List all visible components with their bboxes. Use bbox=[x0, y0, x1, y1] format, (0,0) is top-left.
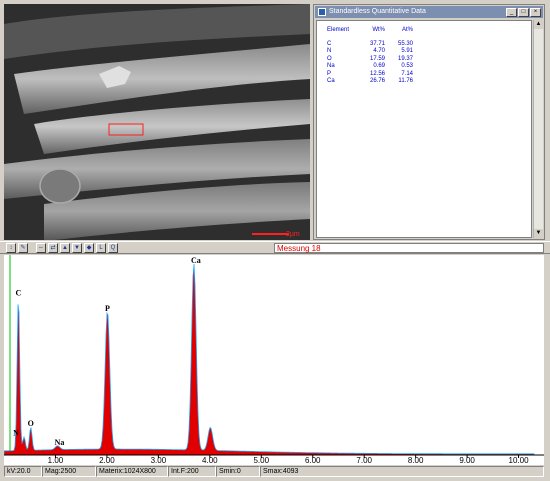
quant-data-panel: Element Wt% At% C 37.71 55.30 N 4.70 5.91 O1… bbox=[316, 20, 532, 238]
header-wt: Wt% bbox=[372, 27, 385, 33]
table-row: Na 0.69 0.53 bbox=[327, 63, 413, 69]
peak-label: Ca bbox=[191, 256, 201, 265]
x-tick-label: 2.00 bbox=[99, 456, 115, 465]
x-tick-label: 7.00 bbox=[356, 456, 372, 465]
pointer-icon[interactable]: ✎ bbox=[18, 243, 28, 253]
status-int: Int.F:200 bbox=[168, 466, 216, 477]
scroll-down-icon[interactable]: ▼ bbox=[534, 229, 543, 238]
peak-label: P bbox=[105, 304, 110, 313]
x-tick-label: 6.00 bbox=[305, 456, 321, 465]
status-bar: kV:20.0 Mag:2500 Materix:1024X800 Int.F:… bbox=[4, 466, 544, 477]
x-tick-label: 5.00 bbox=[253, 456, 269, 465]
x-tick-label: 3.00 bbox=[151, 456, 167, 465]
header-element: Element bbox=[327, 27, 350, 33]
spectrum-chart[interactable]: 1.00 2.00 3.00 4.00 5.00 6.00 7.00 8.00 9.00 10.0… bbox=[3, 255, 544, 465]
status-matrix: Materix:1024X800 bbox=[96, 466, 168, 477]
x-tick-label: 10.00 bbox=[509, 456, 530, 465]
ruler-icon[interactable]: ▼ bbox=[72, 243, 82, 253]
table-row: O 17.59 19.37 bbox=[327, 55, 413, 62]
window-titlebar[interactable]: Standardless Quantitative Data _ □ × bbox=[315, 6, 543, 18]
cursor-icon[interactable]: ↕ bbox=[6, 243, 16, 253]
expand-icon[interactable]: ⇔ bbox=[36, 243, 46, 253]
peak-label: O bbox=[28, 419, 34, 428]
table-row: P 12.56 7.14 bbox=[327, 70, 413, 77]
status-smax: Smax:4093 bbox=[260, 466, 544, 477]
minimize-icon[interactable]: _ bbox=[506, 8, 517, 17]
peak-label: Na bbox=[55, 438, 65, 447]
table-row: N 4.70 5.91 bbox=[327, 48, 413, 54]
quant-data-window: Standardless Quantitative Data _ □ × Ele… bbox=[313, 4, 545, 240]
peak-label: C bbox=[16, 288, 22, 297]
label-l-icon[interactable]: L bbox=[96, 243, 106, 253]
app-icon bbox=[318, 8, 326, 16]
spectrum-area bbox=[3, 263, 535, 456]
header-at: At% bbox=[401, 27, 413, 33]
spectrum-toolbar: ↕ ✎ ⇔ ⇄ ▲ ▼ ◆ L Q Messung 18 bbox=[0, 241, 550, 254]
x-tick-label: 8.00 bbox=[408, 456, 424, 465]
measurement-field[interactable]: Messung 18 bbox=[274, 243, 544, 253]
compress-icon[interactable]: ⇄ bbox=[48, 243, 58, 253]
maximize-icon[interactable]: □ bbox=[518, 8, 529, 17]
status-kv: kV:20.0 bbox=[4, 466, 42, 477]
quant-table: Element Wt% At% C 37.71 55.30 N 4.70 5.91 O1… bbox=[321, 27, 413, 86]
scale-label: 2µm bbox=[286, 231, 300, 238]
sem-image: 2µm bbox=[4, 4, 310, 240]
status-mag: Mag:2500 bbox=[42, 466, 96, 477]
peak-label: N bbox=[13, 429, 19, 438]
vertical-scrollbar[interactable]: ▲ ▼ bbox=[533, 20, 543, 238]
close-icon[interactable]: × bbox=[530, 8, 541, 17]
window-title: Standardless Quantitative Data bbox=[329, 8, 426, 15]
label-q-icon[interactable]: Q bbox=[108, 243, 118, 253]
status-smin: Smin:0 bbox=[216, 466, 260, 477]
peak-icon[interactable]: ▲ bbox=[60, 243, 70, 253]
x-tick-label: 4.00 bbox=[202, 456, 218, 465]
table-row: C 37.71 55.30 bbox=[327, 40, 413, 47]
marker-icon[interactable]: ◆ bbox=[84, 243, 94, 253]
table-row: Ca 26.76 11.76 bbox=[327, 78, 413, 84]
scroll-up-icon[interactable]: ▲ bbox=[534, 20, 543, 29]
x-tick-label: 1.00 bbox=[48, 456, 64, 465]
x-tick-label: 9.00 bbox=[459, 456, 475, 465]
